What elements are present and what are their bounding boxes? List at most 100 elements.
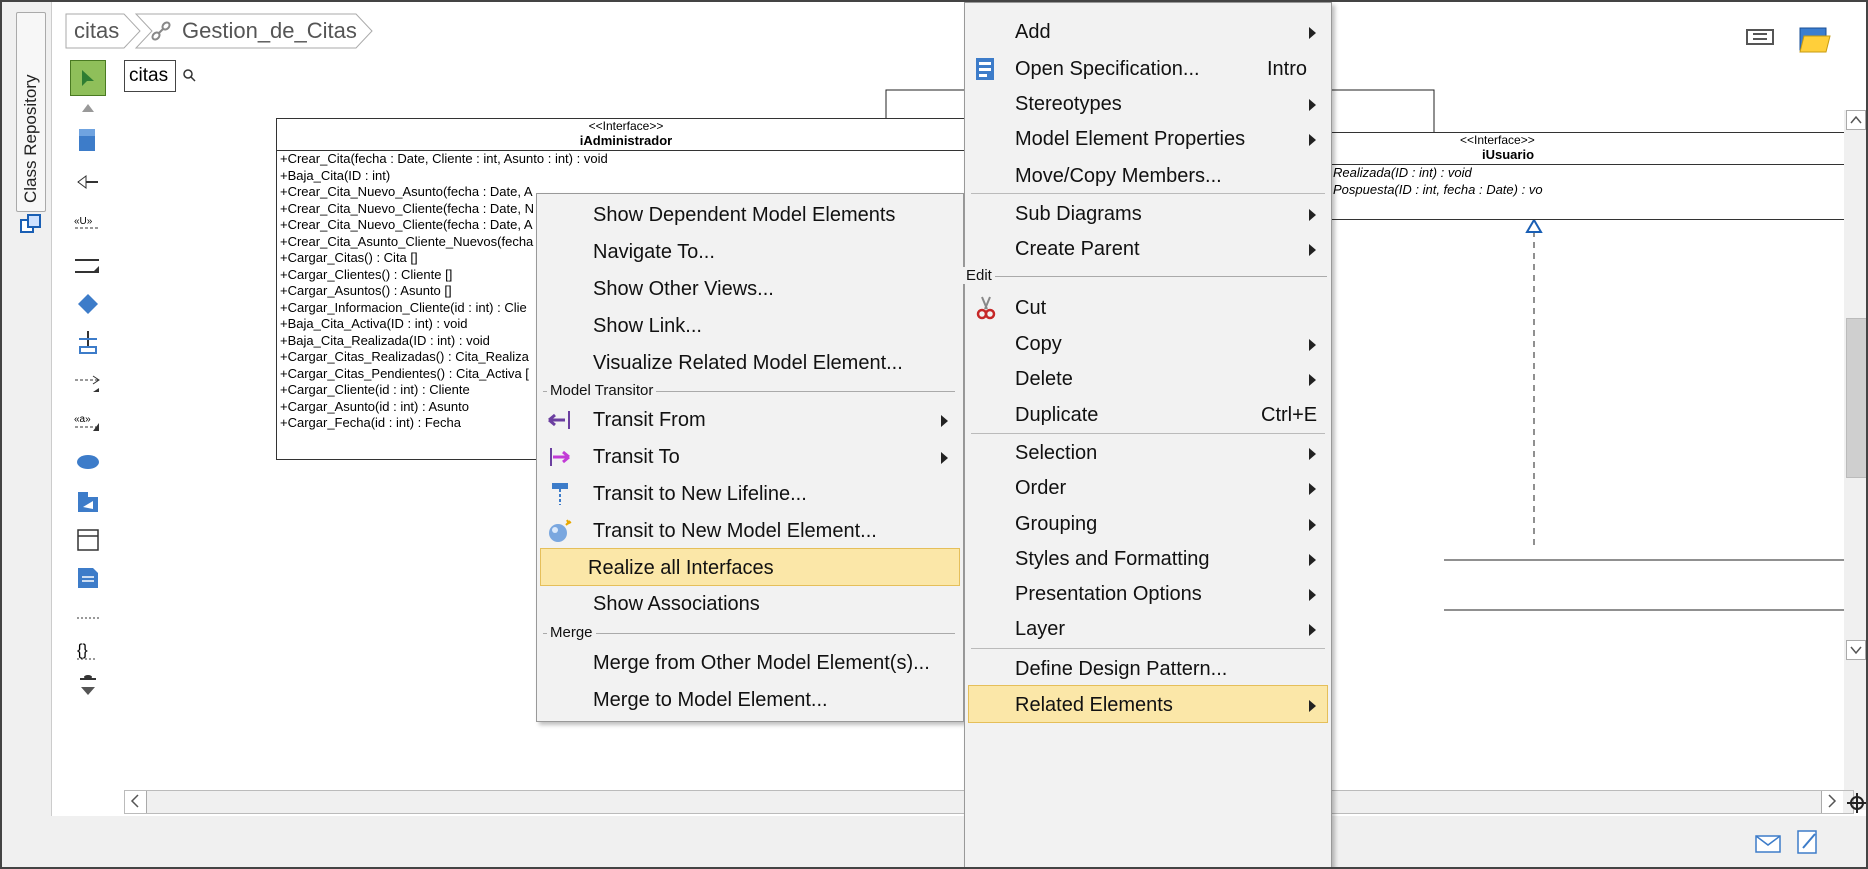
menu-label: Open Specification... — [1015, 58, 1200, 80]
menu-item-transit-new-lifeline[interactable]: Transit to New Lifeline... — [537, 475, 963, 513]
dotted-line-icon — [77, 617, 99, 619]
submenu-arrow-icon — [1309, 554, 1316, 566]
generalization-tool[interactable] — [70, 164, 106, 200]
note-tool[interactable] — [70, 560, 106, 596]
scroll-up-button[interactable] — [1846, 110, 1866, 130]
chevron-down-icon — [1850, 646, 1862, 655]
menu-item-add[interactable]: Add — [965, 13, 1331, 51]
menu-item-create-parent[interactable]: Create Parent — [965, 230, 1331, 268]
menu-item-presentation-options[interactable]: Presentation Options — [965, 575, 1331, 613]
menu-item-related-elements[interactable]: Related Elements — [968, 685, 1328, 723]
menu-item-sub-diagrams[interactable]: Sub Diagrams — [965, 195, 1331, 233]
menu-label: Move/Copy Members... — [1015, 165, 1222, 187]
menu-item-visualize-related[interactable]: Visualize Related Model Element... — [537, 344, 963, 382]
admin-stereotype: <<Interface>> — [588, 119, 664, 133]
menu-item-show-link[interactable]: Show Link... — [537, 307, 963, 345]
menu-item-stereotypes[interactable]: Stereotypes — [965, 85, 1331, 123]
scroll-right-button[interactable] — [1821, 791, 1843, 813]
menu-item-duplicate[interactable]: Duplicate Ctrl+E — [965, 396, 1331, 434]
menu-item-navigate-to[interactable]: Navigate To... — [537, 233, 963, 271]
mail-icon[interactable] — [1754, 834, 1782, 854]
menu-label: Navigate To... — [593, 241, 715, 263]
aggregation-tool[interactable] — [70, 286, 106, 322]
pan-icon[interactable] — [1846, 792, 1868, 814]
class-repository-icon[interactable] — [19, 212, 43, 236]
package-tool[interactable] — [70, 484, 106, 520]
menu-item-show-other-views[interactable]: Show Other Views... — [537, 270, 963, 308]
frame-icon — [77, 529, 99, 551]
collaboration-tool[interactable] — [70, 444, 106, 480]
related-elements-submenu: Show Dependent Model Elements Navigate T… — [536, 193, 964, 722]
anchor-tool[interactable] — [70, 600, 106, 636]
edit-document-icon[interactable] — [1795, 828, 1821, 856]
menu-item-merge-from[interactable]: Merge from Other Model Element(s)... — [537, 644, 963, 682]
diamond-icon — [78, 294, 98, 314]
dependency-tool[interactable] — [70, 366, 106, 402]
menu-item-show-dependent[interactable]: Show Dependent Model Elements — [537, 196, 963, 234]
menu-item-merge-to[interactable]: Merge to Model Element... — [537, 681, 963, 719]
menu-item-layer[interactable]: Layer — [965, 610, 1331, 648]
fit-diagram-icon[interactable] — [1745, 26, 1775, 48]
class-repository-tab[interactable]: Class Repository — [16, 12, 46, 212]
operation: +Crear_Cita(fecha : Date, Cliente : int,… — [280, 151, 608, 166]
section-label: Merge — [547, 624, 596, 641]
scroll-left-button[interactable] — [125, 791, 147, 813]
submenu-arrow-icon — [1309, 483, 1316, 495]
menu-label: Presentation Options — [1015, 583, 1202, 605]
ellipse-icon — [77, 455, 99, 469]
constraint-tool[interactable]: {} — [70, 632, 106, 668]
menu-item-order[interactable]: Order — [965, 469, 1331, 507]
scroll-thumb[interactable] — [1846, 318, 1866, 478]
select-tool[interactable] — [70, 60, 106, 96]
status-bar — [2, 816, 1866, 867]
menu-item-copy[interactable]: Copy — [965, 325, 1331, 363]
class-tool[interactable] — [70, 122, 106, 158]
menu-item-move-copy-members[interactable]: Move/Copy Members... — [965, 157, 1331, 195]
menu-item-show-associations[interactable]: Show Associations — [537, 585, 963, 623]
frame-tool[interactable] — [70, 522, 106, 558]
breadcrumb-item-gestion[interactable]: Gestion_de_Citas — [182, 12, 357, 50]
menu-item-delete[interactable]: Delete — [965, 360, 1331, 398]
menu-label: Show Dependent Model Elements — [593, 204, 896, 226]
menu-item-realize-all-interfaces[interactable]: Realize all Interfaces — [540, 548, 960, 586]
menu-item-transit-from[interactable]: Transit From — [537, 401, 963, 439]
menu-item-transit-to[interactable]: Transit To — [537, 438, 963, 476]
submenu-arrow-icon — [1309, 519, 1316, 531]
menu-item-selection[interactable]: Selection — [965, 434, 1331, 472]
scroll-down-button[interactable] — [1846, 640, 1866, 660]
menu-item-transit-new-model-element[interactable]: Transit to New Model Element... — [537, 512, 963, 550]
association-icon — [75, 259, 99, 273]
palette-more[interactable] — [70, 668, 106, 704]
lifeline-icon — [552, 483, 568, 505]
menu-item-grouping[interactable]: Grouping — [965, 505, 1331, 543]
user-stereotype: <<Interface>> — [1460, 133, 1535, 147]
menu-item-model-element-properties[interactable]: Model Element Properties — [965, 120, 1331, 158]
section-header-merge: Merge — [547, 623, 596, 643]
submenu-arrow-icon — [1309, 244, 1316, 256]
menu-item-open-specification[interactable]: Open Specification... Intro — [965, 50, 1331, 88]
menu-label: Transit to New Model Element... — [593, 520, 877, 542]
usage-tool[interactable]: «U» — [70, 204, 106, 240]
menu-label: Layer — [1015, 618, 1066, 640]
breadcrumb-item-citas[interactable]: citas — [74, 12, 119, 50]
menu-label: Stereotypes — [1015, 93, 1122, 115]
palette-scroll-up[interactable] — [70, 98, 106, 118]
menu-label: Sub Diagrams — [1015, 203, 1142, 225]
menu-separator — [971, 648, 1325, 649]
containment-tool[interactable] — [70, 324, 106, 360]
association-tool[interactable] — [70, 248, 106, 284]
open-folder-icon[interactable] — [1798, 24, 1832, 54]
repository-strip: Class Repository — [2, 2, 52, 867]
operation: Realizada(ID : int) : void — [1333, 165, 1472, 180]
vertical-scrollbar[interactable] — [1844, 110, 1866, 810]
realization-tool[interactable]: «a» — [70, 404, 106, 440]
submenu-arrow-icon — [941, 415, 948, 427]
menu-label: Merge from Other Model Element(s)... — [593, 652, 930, 674]
new-model-element-icon — [549, 519, 572, 542]
menu-item-cut[interactable]: Cut — [965, 289, 1331, 327]
menu-item-styles-formatting[interactable]: Styles and Formatting — [965, 540, 1331, 578]
menu-label: Styles and Formatting — [1015, 548, 1210, 570]
interface-iusuario[interactable]: <<Interface>> iUsuario Realizada(ID : in… — [1329, 132, 1849, 220]
realization-icon: «a» — [74, 414, 99, 431]
menu-item-define-design-pattern[interactable]: Define Design Pattern... — [965, 650, 1331, 688]
